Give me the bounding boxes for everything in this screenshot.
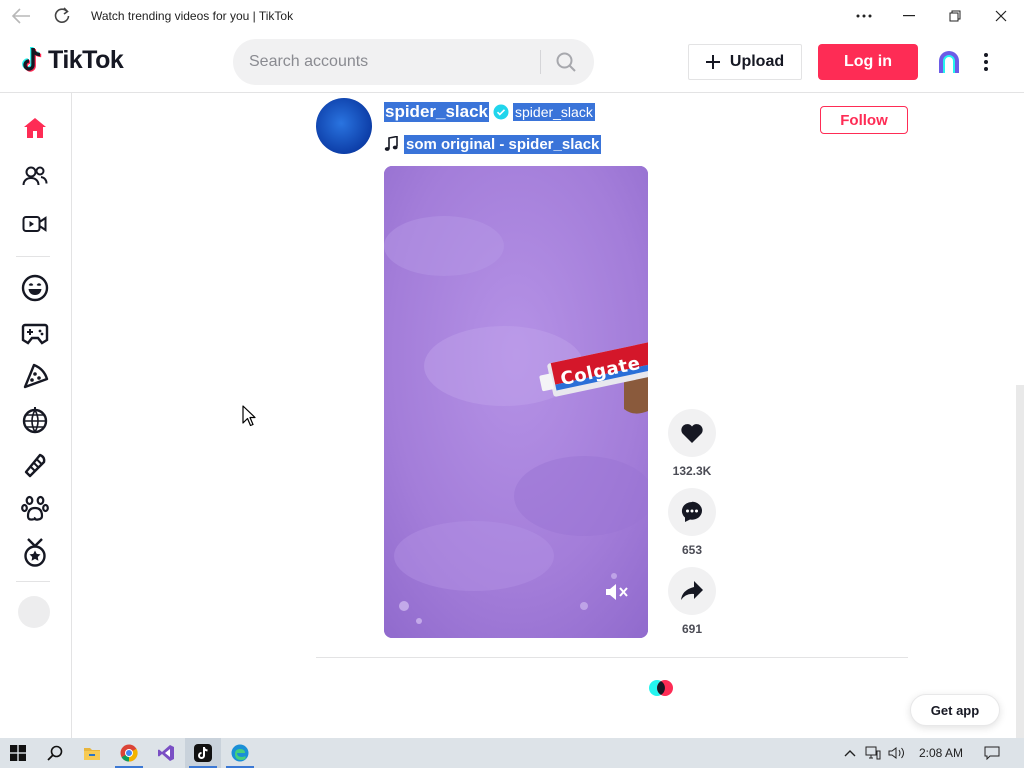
mute-icon[interactable] [604, 581, 630, 603]
author-avatar[interactable] [316, 98, 372, 154]
window-titlebar: Watch trending videos for you | TikTok [0, 0, 1024, 32]
loading-spinner-icon [646, 679, 676, 697]
author-username[interactable]: spider_slack [384, 102, 490, 122]
logo-text: TikTok [48, 46, 124, 74]
start-icon[interactable] [0, 738, 36, 768]
beauty-icon[interactable] [18, 449, 52, 479]
more-menu-icon[interactable] [976, 50, 996, 74]
home-icon[interactable] [18, 113, 52, 143]
reload-icon[interactable] [52, 6, 72, 26]
search-divider [540, 50, 541, 74]
post-divider [316, 657, 908, 658]
animals-icon[interactable] [18, 493, 52, 523]
heart-icon [681, 424, 703, 443]
gaming-icon[interactable] [18, 317, 52, 347]
share-button[interactable] [668, 567, 716, 615]
plus-icon [705, 55, 720, 69]
comment-count: 653 [681, 543, 703, 557]
like-count: 132.3K [672, 464, 712, 478]
comment-button[interactable] [668, 488, 716, 536]
login-button[interactable]: Log in [818, 44, 918, 80]
following-icon[interactable] [18, 161, 52, 191]
follow-button[interactable]: Follow [820, 106, 908, 134]
upload-label: Upload [729, 53, 785, 70]
mouse-cursor-icon [242, 405, 256, 427]
video-frame [384, 166, 648, 638]
food-icon[interactable] [18, 361, 52, 391]
close-icon[interactable] [989, 4, 1013, 28]
search-input[interactable] [249, 39, 539, 85]
more-options-icon[interactable] [852, 4, 876, 28]
back-arrow-icon[interactable] [10, 6, 32, 26]
minimize-icon[interactable] [897, 4, 921, 28]
tiktok-logo-icon [22, 47, 42, 72]
search-button[interactable] [549, 47, 583, 77]
avatar-placeholder [18, 596, 50, 628]
page-scrollbar[interactable] [1016, 385, 1024, 738]
file-explorer-icon[interactable] [74, 738, 110, 768]
show-hidden-icons-chevron-icon[interactable] [840, 738, 860, 768]
sports-icon[interactable] [18, 537, 52, 567]
search-icon[interactable] [37, 738, 73, 768]
edge-icon[interactable] [222, 738, 258, 768]
author-nickname: spider_slack [513, 103, 595, 121]
music-note-icon [384, 136, 398, 151]
volume-icon[interactable] [886, 738, 908, 768]
video-player[interactable]: Colgate [384, 166, 648, 638]
live-icon[interactable] [18, 209, 52, 239]
dance-icon[interactable] [18, 405, 52, 435]
search-icon [556, 52, 576, 72]
author-info: spider_slack spider_slack [384, 101, 595, 123]
notifications-icon[interactable] [980, 738, 1004, 768]
search-bar [233, 39, 594, 85]
music-title[interactable]: som original - spider_slack [404, 134, 602, 154]
like-button[interactable] [668, 409, 716, 457]
music-info: som original - spider_slack [384, 133, 602, 155]
share-arrow-icon [681, 581, 703, 600]
sidebar [0, 93, 72, 738]
share-count: 691 [681, 622, 703, 636]
clock[interactable]: 2:08 AM [912, 738, 970, 768]
chrome-icon[interactable] [111, 738, 147, 768]
sidebar-divider [16, 256, 50, 257]
get-app-button[interactable]: Get app [910, 694, 1000, 726]
comedy-icon[interactable] [18, 273, 52, 303]
comment-icon [681, 501, 702, 522]
restore-icon[interactable] [943, 4, 967, 28]
window-title: Watch trending videos for you | TikTok [91, 9, 294, 23]
windows-taskbar: 2:08 AM [0, 738, 1024, 768]
tiktok-icon[interactable] [185, 738, 221, 768]
network-icon[interactable] [862, 738, 884, 768]
tiktok-logo[interactable]: TikTok [20, 46, 124, 75]
verified-badge-icon [493, 104, 509, 120]
upload-button[interactable]: Upload [688, 44, 802, 80]
top-header: TikTok Upload Log in [0, 32, 1024, 93]
visual-studio-icon[interactable] [148, 738, 184, 768]
sidebar-divider [16, 581, 50, 582]
effect-house-icon[interactable] [936, 49, 962, 75]
